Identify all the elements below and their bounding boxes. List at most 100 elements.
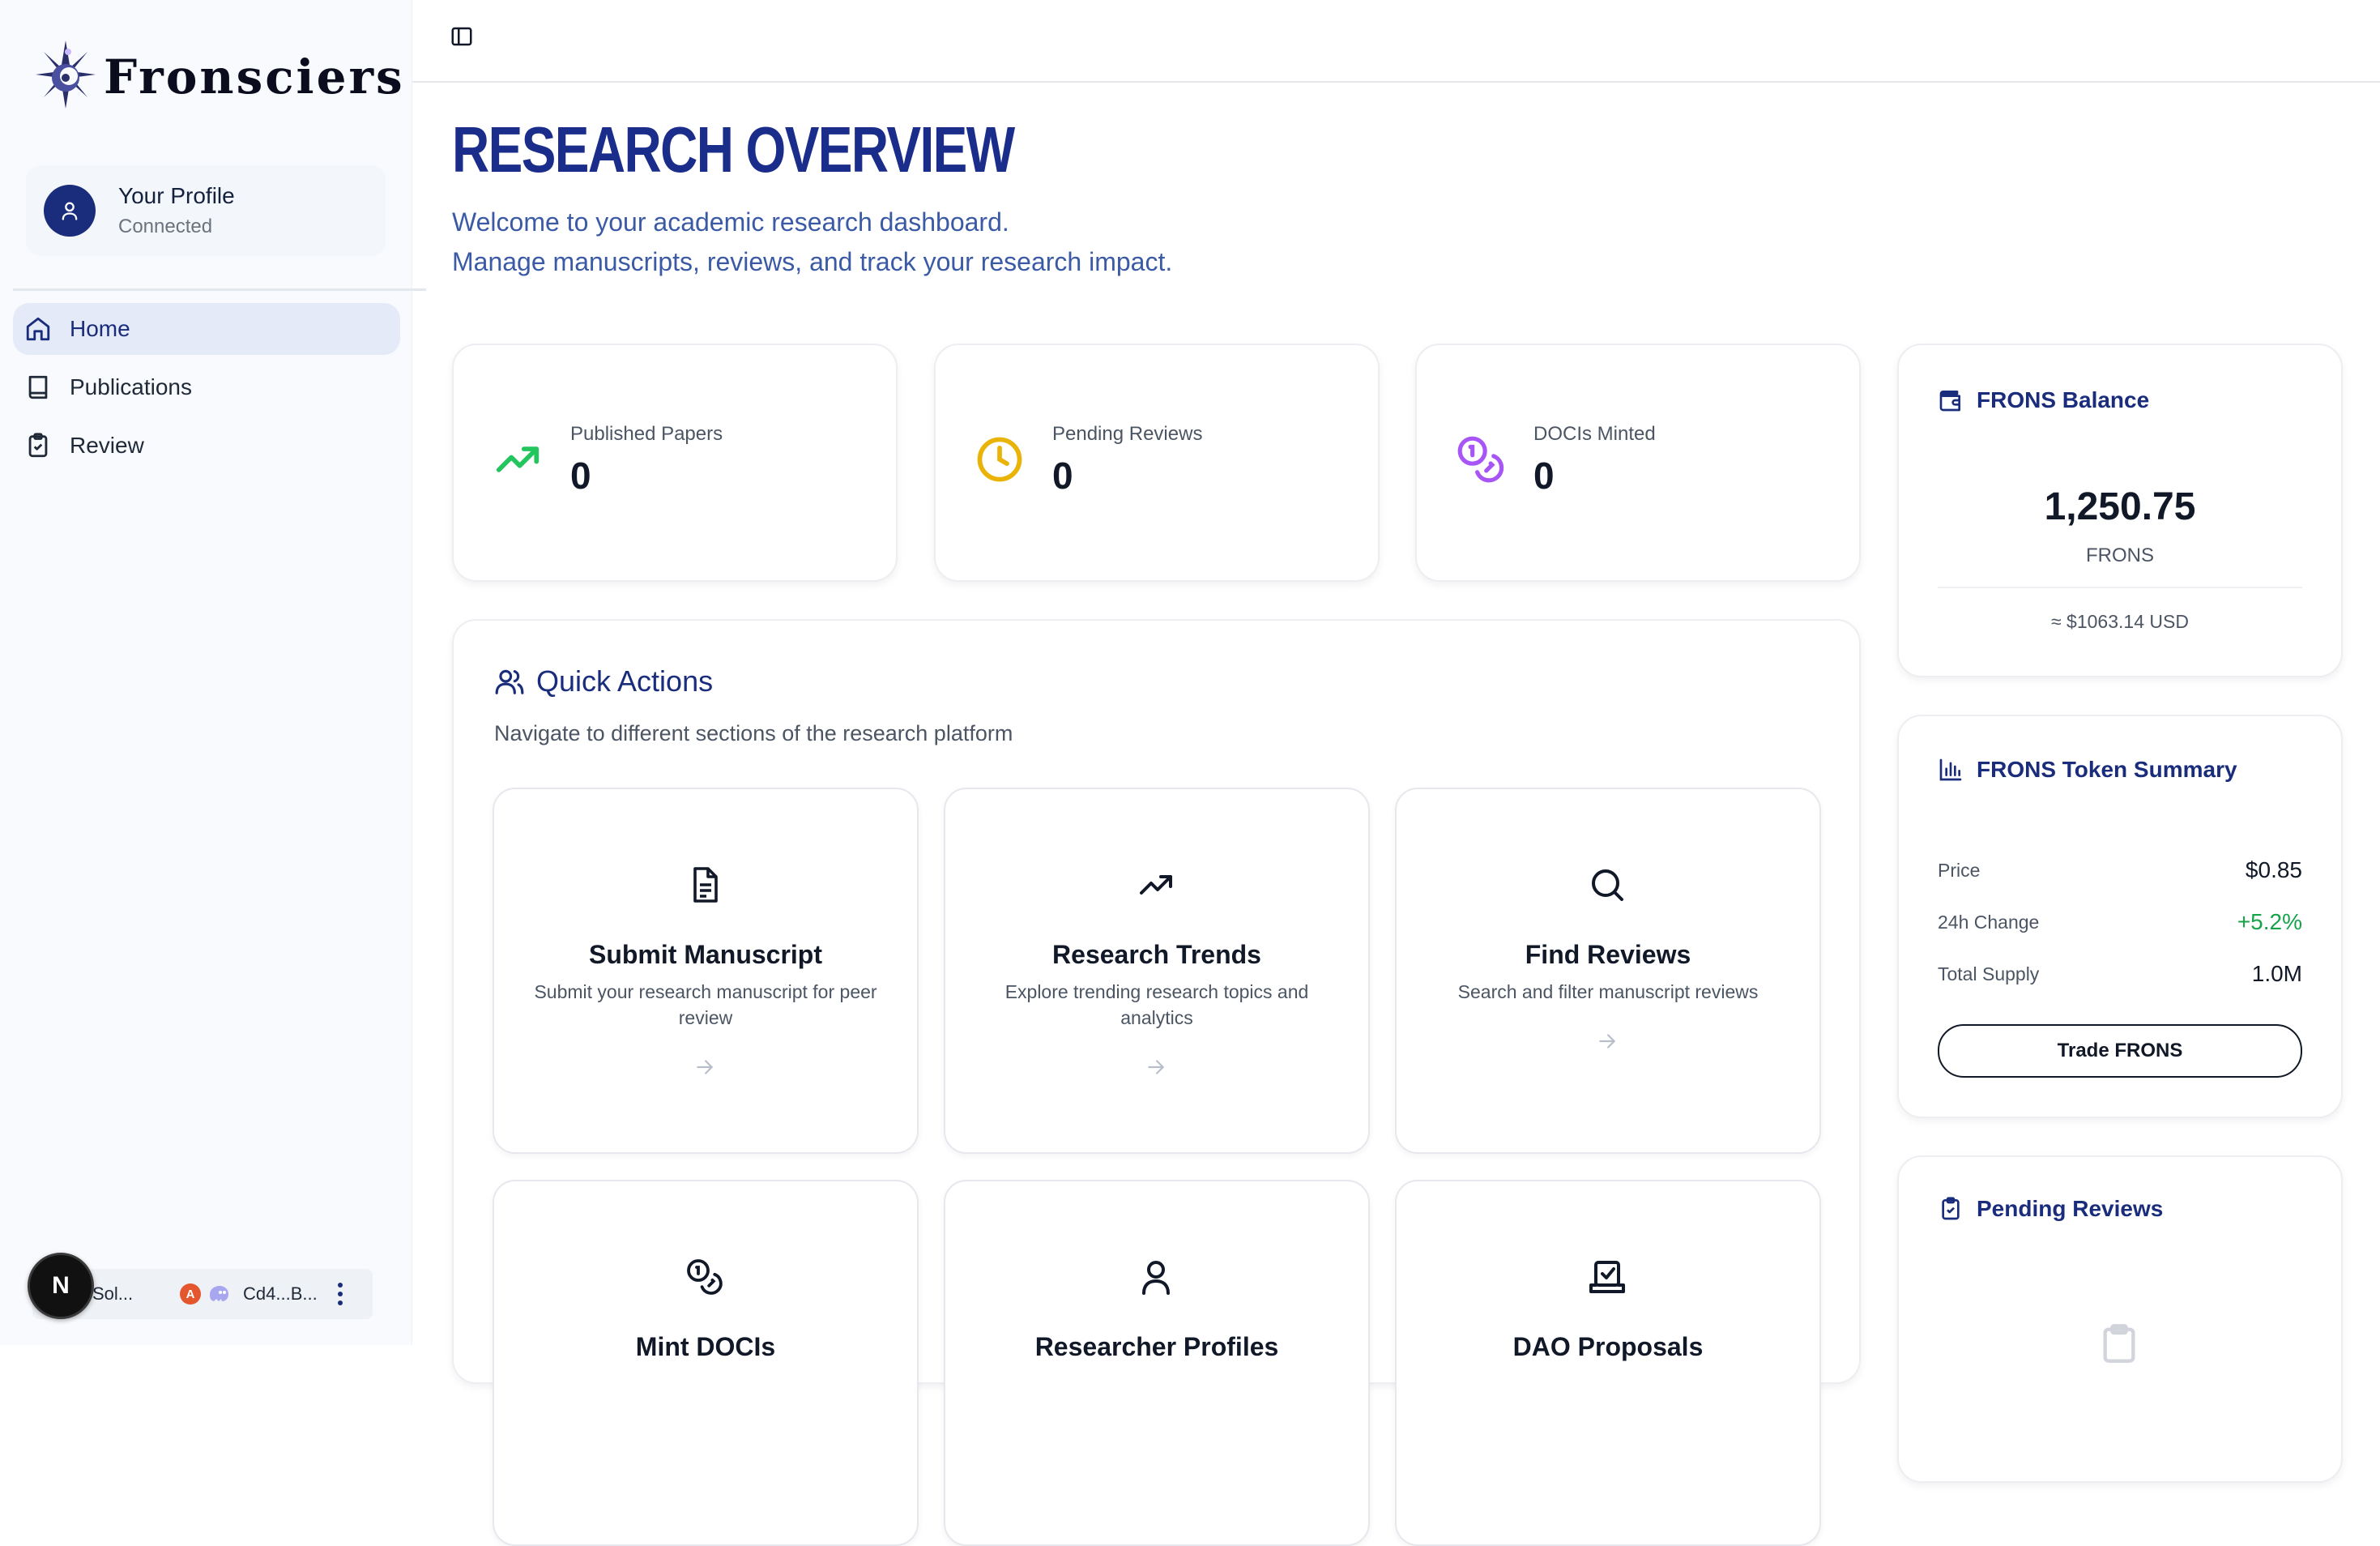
file-text-icon — [693, 867, 718, 903]
subtitle-line-1: Welcome to your academic research dashbo… — [452, 207, 1009, 237]
quick-actions-description: Navigate to different sections of the re… — [494, 721, 1013, 745]
price-row: Price $0.85 — [1938, 857, 2302, 883]
top-bar — [412, 0, 2380, 83]
action-tile-find-reviews[interactable]: Find Reviews Search and filter manuscrip… — [1395, 788, 1821, 1154]
price-label: Price — [1938, 859, 1981, 881]
brand-logo-icon — [36, 41, 96, 109]
book-icon — [28, 375, 48, 399]
arrow-right-icon — [1148, 1060, 1165, 1074]
sidebar-divider — [13, 288, 426, 291]
pending-reviews-title: Pending Reviews — [1977, 1196, 2164, 1221]
phantom-icon — [210, 1286, 228, 1301]
quick-actions-panel: Quick Actions Navigate to different sect… — [452, 619, 1861, 1546]
supply-label: Total Supply — [1938, 963, 2040, 984]
action-tile-title: DAO Proposals — [1512, 1332, 1704, 1361]
action-tile-mint-docis[interactable]: Mint DOCIs — [493, 1180, 919, 1546]
token-summary-card: FRONS Token Summary Price $0.85 24h Chan… — [1897, 715, 2343, 1118]
user-icon — [62, 202, 78, 220]
action-tile-title: Research Trends — [1052, 940, 1261, 969]
network-badge: A — [180, 1283, 201, 1305]
action-tile-researcher-profiles[interactable]: Researcher Profiles — [944, 1180, 1370, 1546]
balance-usd: ≈ $1063.14 USD — [2051, 611, 2189, 632]
vote-icon — [1589, 1261, 1625, 1293]
action-tile-title: Researcher Profiles — [1034, 1332, 1279, 1361]
quick-actions-title: Quick Actions — [536, 664, 714, 698]
stat-label: DOCIs Minted — [1533, 423, 1656, 445]
page-subtitle: Welcome to your academic research dashbo… — [452, 203, 1172, 282]
coins-icon — [1457, 436, 1504, 483]
panel-left-icon — [451, 27, 472, 46]
frons-balance-card: FRONS Balance 1,250.75 FRONS ≈ $1063.14 … — [1897, 344, 2343, 677]
change-label: 24h Change — [1938, 911, 2040, 933]
avatar — [44, 185, 96, 237]
stat-label: Pending Reviews — [1052, 423, 1203, 445]
change-row: 24h Change +5.2% — [1938, 909, 2302, 935]
action-tile-title: Find Reviews — [1525, 940, 1691, 969]
clipboard-empty-icon — [2103, 1324, 2135, 1363]
action-tile-research-trends[interactable]: Research Trends Explore trending researc… — [944, 788, 1370, 1154]
sidebar: Fronsciers Your Profile Connected Home P… — [0, 0, 426, 1345]
action-tile-description: Explore trending research topics and ana… — [1004, 981, 1309, 1028]
stat-card-published-papers: Published Papers 0 — [452, 344, 898, 582]
sidebar-item-label: Home — [70, 316, 130, 341]
bar-chart-icon — [1939, 758, 1962, 781]
trade-frons-button[interactable]: Trade FRONS — [1938, 1024, 2302, 1078]
token-summary-header: FRONS Token Summary — [1938, 757, 2237, 783]
clipboard-check-icon — [28, 433, 48, 458]
wallet-icon — [1939, 391, 1960, 412]
sidebar-toggle-button[interactable] — [450, 24, 474, 49]
sidebar-item-publications[interactable]: Publications — [13, 361, 400, 413]
token-summary-title: FRONS Token Summary — [1977, 757, 2237, 782]
arrow-right-icon — [697, 1060, 714, 1074]
frons-balance-title: FRONS Balance — [1977, 387, 2150, 412]
stat-value: 0 — [1052, 455, 1073, 497]
change-value: +5.2% — [2237, 909, 2302, 934]
clock-icon — [977, 437, 1022, 482]
balance-amount: 1,250.75 — [2044, 485, 2196, 528]
balance-unit: FRONS — [2086, 545, 2154, 566]
profile-name: Your Profile — [118, 183, 235, 208]
stat-card-pending-reviews: Pending Reviews 0 — [934, 344, 1380, 582]
brand-name: Fronsciers — [104, 49, 405, 105]
coins-icon — [687, 1259, 723, 1295]
home-icon — [26, 317, 50, 341]
sidebar-item-label: Publications — [70, 374, 192, 399]
action-tile-description: Search and filter manuscript reviews — [1457, 981, 1759, 1002]
sidebar-item-label: Review — [70, 433, 144, 458]
trending-up-icon — [1140, 875, 1172, 895]
search-icon — [1592, 869, 1623, 901]
action-tile-description: Submit your research manuscript for peer… — [534, 981, 877, 1028]
stat-value: 0 — [570, 455, 591, 497]
frons-balance-header: FRONS Balance — [1938, 387, 2149, 413]
sidebar-nav: Home Publications Review — [13, 303, 400, 478]
sidebar-item-review[interactable]: Review — [13, 420, 400, 472]
quick-actions-header: Quick Actions — [494, 664, 713, 698]
more-vertical-icon[interactable] — [335, 1280, 345, 1308]
network-label: Sol... — [92, 1283, 134, 1304]
pending-reviews-card: Pending Reviews — [1897, 1155, 2343, 1483]
n-badge[interactable]: N — [28, 1253, 94, 1319]
action-tile-title: Submit Manuscript — [588, 940, 822, 969]
stat-label: Published Papers — [570, 423, 723, 445]
action-tile-title: Mint DOCIs — [635, 1332, 776, 1361]
brand[interactable]: Fronsciers — [32, 37, 405, 112]
trending-up-icon — [496, 446, 540, 472]
users-icon — [495, 669, 524, 694]
subtitle-line-2: Manage manuscripts, reviews, and track y… — [452, 247, 1173, 276]
price-value: $0.85 — [2245, 857, 2302, 882]
sidebar-item-home[interactable]: Home — [13, 303, 400, 355]
wallet-address: Cd4...B... — [243, 1283, 318, 1304]
pending-reviews-header: Pending Reviews — [1938, 1196, 2163, 1222]
balance-divider — [1938, 587, 2302, 588]
supply-value: 1.0M — [2251, 961, 2302, 986]
supply-row: Total Supply 1.0M — [1938, 961, 2302, 987]
arrow-right-icon — [1599, 1034, 1616, 1048]
profile-status: Connected — [118, 216, 213, 237]
profile-card[interactable]: Your Profile Connected — [26, 165, 386, 256]
page-title: RESEARCH OVERVIEW — [452, 113, 1015, 186]
action-tile-dao-proposals[interactable]: DAO Proposals — [1395, 1180, 1821, 1546]
stat-card-docis-minted: DOCIs Minted 0 — [1415, 344, 1861, 582]
stat-value: 0 — [1533, 455, 1555, 497]
clipboard-check-icon — [1942, 1197, 1960, 1220]
action-tile-submit-manuscript[interactable]: Submit Manuscript Submit your research m… — [493, 788, 919, 1154]
